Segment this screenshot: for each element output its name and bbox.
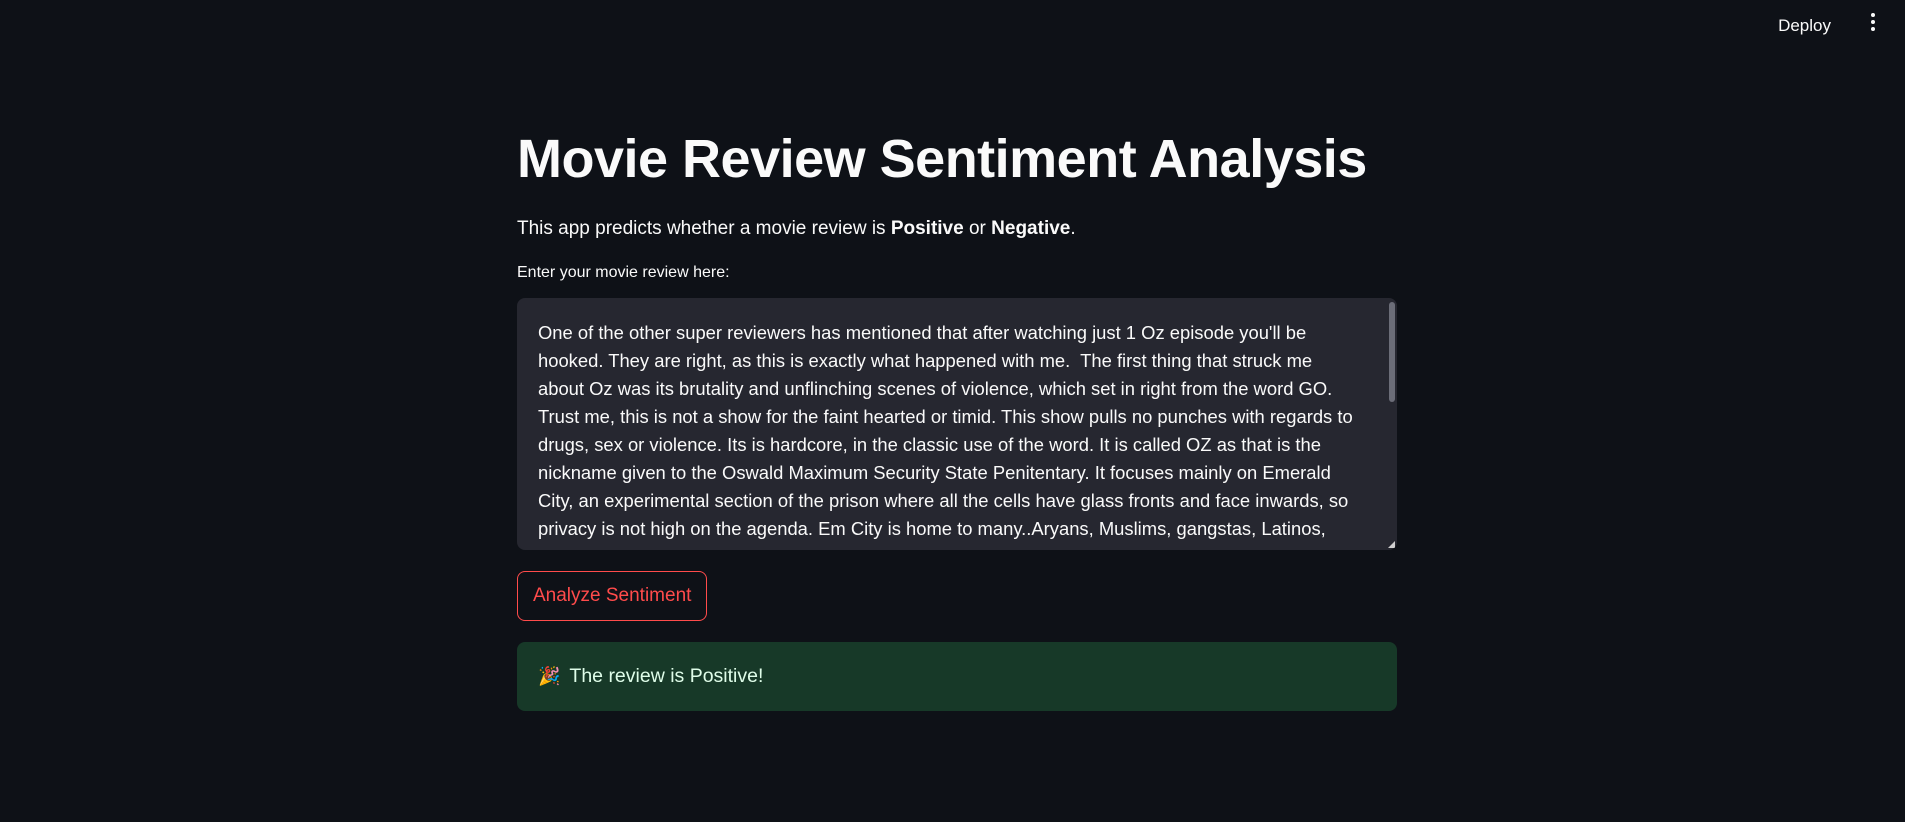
result-text: The review is Positive! bbox=[569, 665, 764, 687]
subtitle-negative: Negative bbox=[991, 218, 1071, 239]
review-input-label: Enter your movie review here: bbox=[517, 264, 730, 281]
subtitle-suffix: . bbox=[1070, 218, 1076, 239]
main-content: Movie Review Sentiment Analysis This app… bbox=[517, 120, 1397, 711]
subtitle-positive: Positive bbox=[890, 218, 964, 239]
app-description: This app predicts whether a movie review… bbox=[517, 216, 1397, 242]
analyze-sentiment-button[interactable]: Analyze Sentiment bbox=[517, 571, 708, 621]
review-text[interactable]: One of the other super reviewers has men… bbox=[517, 298, 1397, 543]
resize-handle-icon[interactable] bbox=[1388, 541, 1395, 548]
textarea-scrollbar[interactable] bbox=[1389, 302, 1395, 402]
deploy-button[interactable]: Deploy bbox=[1770, 12, 1839, 40]
party-popper-icon: 🎉 bbox=[538, 666, 561, 686]
page-title: Movie Review Sentiment Analysis bbox=[517, 129, 1367, 189]
review-textarea[interactable]: One of the other super reviewers has men… bbox=[517, 298, 1397, 550]
top-toolbar: Deploy bbox=[0, 0, 1905, 50]
vertical-dots-icon[interactable] bbox=[1867, 13, 1879, 37]
subtitle-prefix: This app predicts whether a movie review… bbox=[517, 218, 891, 239]
subtitle-or: or bbox=[963, 218, 992, 239]
result-success-alert: 🎉 The review is Positive! bbox=[517, 642, 1397, 711]
